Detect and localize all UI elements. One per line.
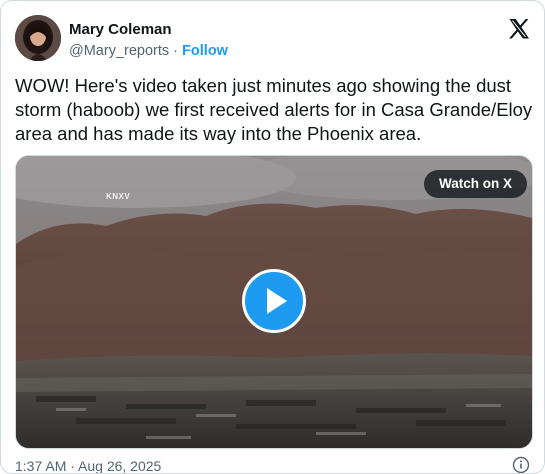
play-icon	[267, 288, 287, 314]
tweet-text: WOW! Here's video taken just minutes ago…	[15, 75, 533, 144]
avatar[interactable]	[15, 15, 61, 61]
info-icon[interactable]	[512, 456, 530, 474]
play-button[interactable]	[242, 269, 306, 333]
x-logo-icon[interactable]	[507, 17, 531, 41]
author-name[interactable]: Mary Coleman	[69, 21, 172, 39]
tweet-card: Mary Coleman @Mary_reports · Follow WOW!…	[0, 0, 545, 474]
author-handle[interactable]: @Mary_reports	[69, 43, 169, 59]
avatar-image	[15, 15, 61, 61]
tweet-timestamp[interactable]: 1:37 AM · Aug 26, 2025	[15, 457, 161, 473]
watch-on-x-button[interactable]: Watch on X	[424, 170, 527, 198]
follow-button[interactable]: Follow	[182, 43, 228, 59]
author-meta: @Mary_reports · Follow	[69, 42, 228, 60]
station-logo: KNXV	[106, 192, 131, 201]
video-player[interactable]: KNXV Watch on X	[15, 155, 533, 449]
meta-separator: ·	[173, 43, 179, 59]
